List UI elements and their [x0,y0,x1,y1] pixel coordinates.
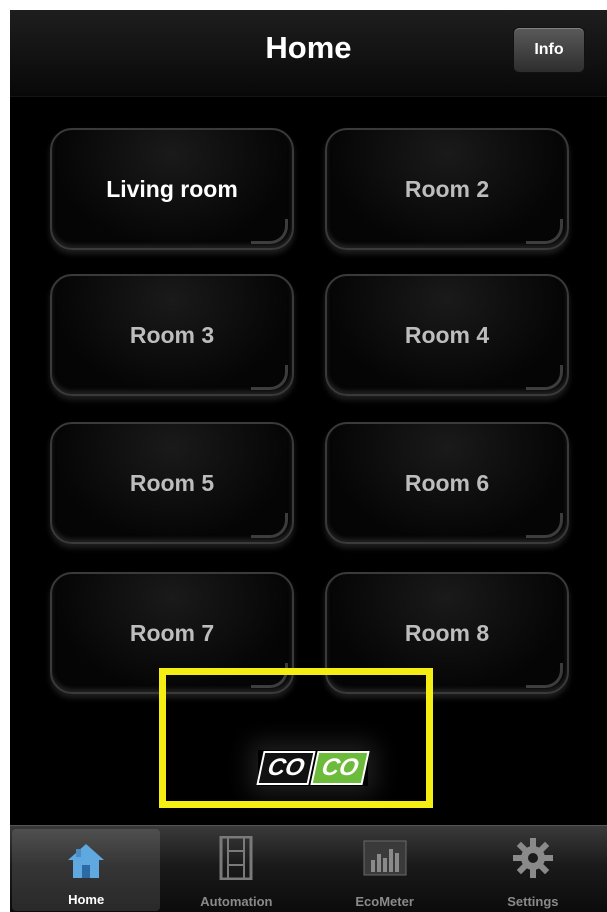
tab-home[interactable]: Home [12,829,161,911]
logo-highlight-box [159,668,433,808]
room-button-living-room[interactable]: Living room [50,128,294,250]
tab-home-label: Home [68,892,105,907]
tab-automation-label: Automation [200,894,273,909]
room-button-room-2[interactable]: Room 2 [325,128,569,250]
tab-bar: Home Automation EcoMeter Settings [10,825,607,912]
tab-automation[interactable]: Automation [162,826,310,912]
film-strip-icon [214,836,258,880]
tab-ecometer[interactable]: EcoMeter [311,826,459,912]
home-icon [64,839,108,883]
bar-meter-icon [363,836,407,880]
room-button-room-5[interactable]: Room 5 [50,422,294,544]
navigation-bar: Home Info [10,10,607,97]
room-button-room-3[interactable]: Room 3 [50,274,294,396]
tab-settings-label: Settings [507,894,559,909]
room-button-room-4[interactable]: Room 4 [325,274,569,396]
tab-settings[interactable]: Settings [459,826,607,912]
tab-ecometer-label: EcoMeter [355,894,414,909]
gear-icon [511,836,555,880]
info-button[interactable]: Info [513,27,585,73]
room-button-room-6[interactable]: Room 6 [325,422,569,544]
